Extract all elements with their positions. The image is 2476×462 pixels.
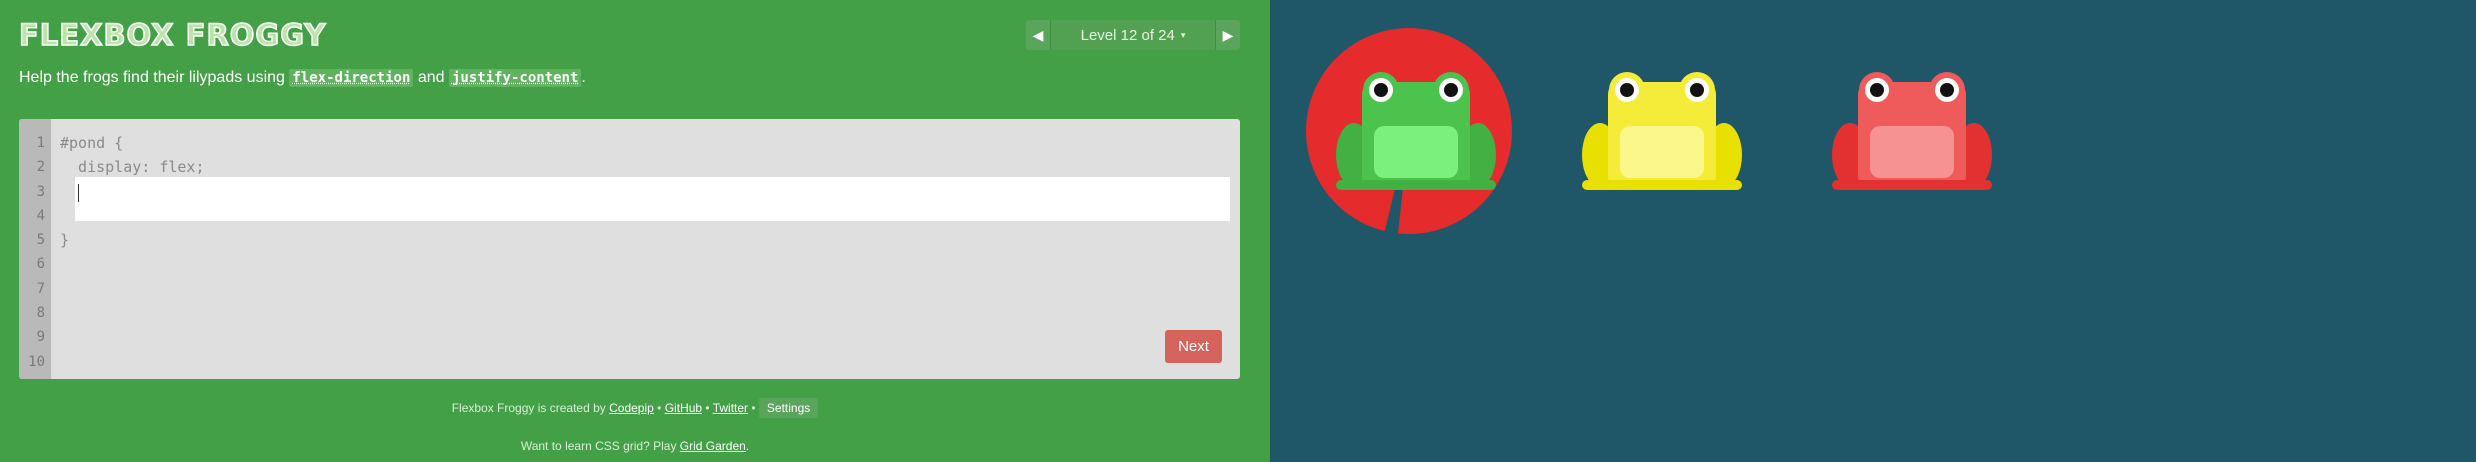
- line-number: 6: [36, 256, 45, 273]
- line-number: 2: [36, 159, 45, 176]
- app-logo: FLEXBOX FROGGY: [18, 17, 327, 53]
- code-line-2: display: flex;: [60, 158, 205, 177]
- line-number: 10: [28, 353, 45, 370]
- caret-down-icon: ▾: [1180, 29, 1186, 40]
- code-line-5: }: [60, 231, 70, 250]
- code-line-1: #pond {: [60, 134, 124, 152]
- line-number: 5: [36, 232, 45, 249]
- line-number: 3: [36, 183, 45, 200]
- css-code-input[interactable]: [75, 177, 1230, 221]
- flex-direction-term[interactable]: flex-direction: [289, 69, 414, 87]
- credits: Flexbox Froggy is created by Codepip • G…: [0, 398, 1270, 418]
- next-level-button[interactable]: ▶: [1216, 20, 1240, 50]
- previous-level-button[interactable]: ◀: [1026, 20, 1050, 50]
- promo-text: Want to learn CSS grid? Play: [520, 439, 680, 453]
- sidebar: FLEXBOX FROGGY ◀ Level 12 of 24 ▾ ▶ Help…: [0, 0, 1270, 462]
- twitter-link[interactable]: Twitter: [713, 401, 748, 415]
- line-number: 4: [36, 207, 45, 224]
- justify-content-term[interactable]: justify-content: [448, 69, 582, 87]
- codepip-link[interactable]: Codepip: [609, 401, 654, 415]
- credits-text: Flexbox Froggy is created by: [451, 401, 610, 415]
- yellow-frog: [1582, 72, 1742, 190]
- red-frog: [1832, 72, 1992, 190]
- grid-garden-promo: Want to learn CSS grid? Play Grid Garden…: [0, 439, 1270, 453]
- separator: •: [702, 401, 713, 415]
- pond: [1270, 0, 2476, 462]
- instructions: Help the frogs find their lilypads using…: [19, 69, 586, 87]
- separator: •: [653, 401, 665, 415]
- promo-text: .: [745, 439, 750, 453]
- level-indicator[interactable]: Level 12 of 24 ▾: [1050, 20, 1216, 50]
- line-number: 9: [36, 329, 45, 346]
- settings-button[interactable]: Settings: [758, 398, 819, 418]
- text-cursor: [78, 184, 79, 202]
- github-link[interactable]: GitHub: [665, 401, 702, 415]
- line-numbers: 1 2 3 4 5 6 7 8 9 10: [19, 119, 51, 379]
- next-button[interactable]: Next: [1165, 330, 1222, 363]
- triangle-left-icon: ◀: [1032, 26, 1044, 43]
- line-number: 7: [36, 280, 45, 297]
- triangle-right-icon: ▶: [1222, 26, 1234, 43]
- separator: •: [748, 401, 759, 415]
- code-editor: 1 2 3 4 5 6 7 8 9 10 #pond { display: fl…: [19, 119, 1240, 379]
- instructions-text: Help the frogs find their lilypads using: [19, 69, 290, 86]
- grid-garden-link[interactable]: Grid Garden: [680, 439, 746, 453]
- line-number: 8: [36, 305, 45, 322]
- level-label: Level 12 of 24: [1080, 26, 1175, 44]
- instructions-text: .: [581, 69, 586, 86]
- level-navigation: ◀ Level 12 of 24 ▾ ▶: [1026, 20, 1240, 50]
- instructions-text: and: [413, 69, 449, 86]
- line-number: 1: [36, 135, 45, 151]
- green-frog: [1336, 72, 1496, 190]
